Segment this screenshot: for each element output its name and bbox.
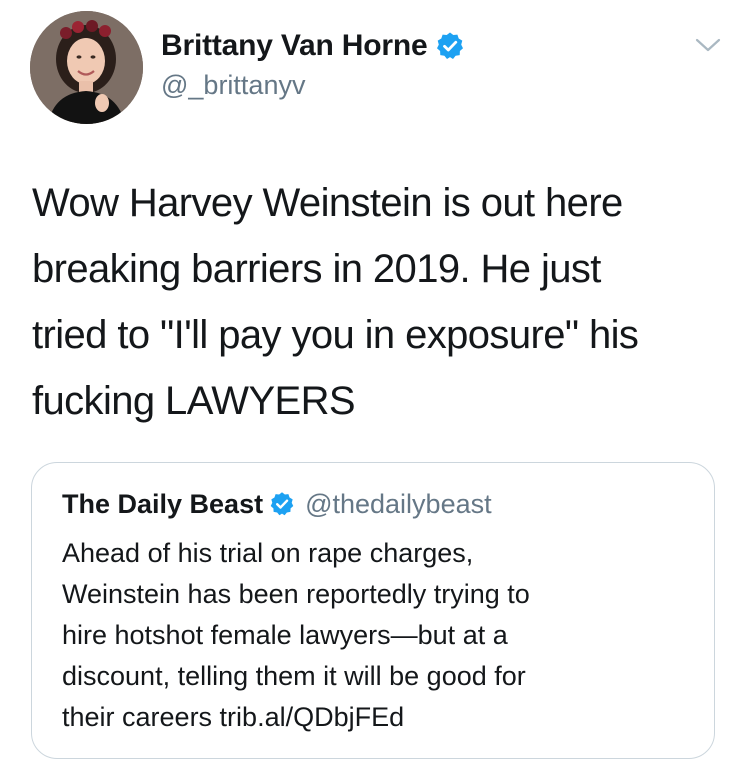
quoted-author-name: The Daily Beast <box>62 488 264 519</box>
quoted-text-line: Ahead of his trial on rape charges, <box>62 538 474 568</box>
quoted-tweet-header: The Daily Beast @thedailybeast <box>62 487 492 521</box>
chevron-down-icon[interactable] <box>694 35 722 55</box>
verified-badge-icon <box>435 31 465 61</box>
verified-badge-icon <box>269 491 295 517</box>
quoted-tweet-text: Ahead of his trial on rape charges, Wein… <box>62 533 692 738</box>
tweet-text-line: tried to "I'll pay you in exposure" his <box>32 313 639 357</box>
tweet-text: Wow Harvey Weinstein is out here breakin… <box>32 170 722 434</box>
quoted-tweet-card[interactable]: The Daily Beast @thedailybeast Ahead of … <box>31 462 715 759</box>
author-name[interactable]: Brittany Van Horne <box>161 29 428 63</box>
quoted-text-line: discount, telling them it will be good f… <box>62 661 526 691</box>
user-avatar-photo <box>30 11 143 124</box>
author-handle[interactable]: @_brittanyv <box>161 70 305 101</box>
tweet-text-line: Wow Harvey Weinstein is out here <box>32 181 623 225</box>
user-avatar[interactable] <box>30 11 143 124</box>
quoted-text-line: hire hotshot female lawyers—but at a <box>62 620 508 650</box>
author-name-row[interactable]: Brittany Van Horne <box>161 28 465 64</box>
quoted-text-line: Weinstein has been reportedly trying to <box>62 579 530 609</box>
quoted-author-handle: @thedailybeast <box>305 488 492 519</box>
tweet-text-line: fucking LAWYERS <box>32 379 356 423</box>
quoted-text-line: their careers trib.al/QDbjFEd <box>62 702 405 732</box>
tweet-text-line: breaking barriers in 2019. He just <box>32 247 601 291</box>
tweet: Brittany Van Horne @_brittanyv Wow Harve… <box>0 0 750 781</box>
